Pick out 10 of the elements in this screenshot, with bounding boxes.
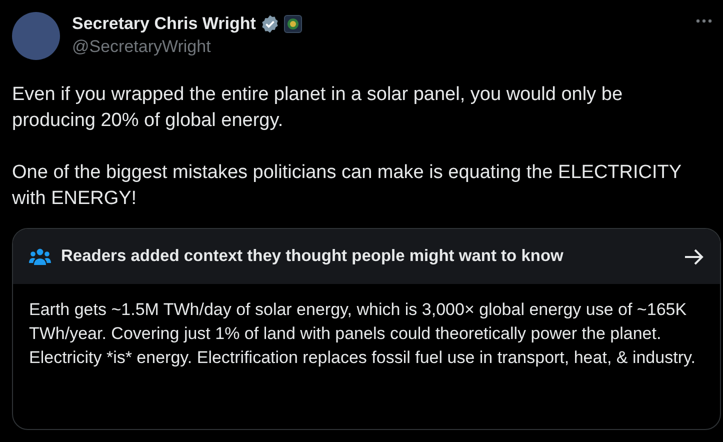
post-text: One of the biggest mistakes politicians can make is equating the ELECTRICITY with ENERGY! [12, 161, 682, 211]
people-icon [29, 248, 51, 266]
post-text: Even if you wrapped the entire planet in a solar panel, you would only be producing 20% of global energy. [12, 83, 624, 133]
author-handle[interactable]: @SecretaryWright [72, 37, 683, 57]
community-note-text: Earth gets ~1.5M TWh/day of solar energy, which is 3,000× global energy use of ~165K TWh/year. Covering just 1% of land with panels could theoretically power the planet. Electricity *is* energy. Electrification replaces fossil fuel use in transport, heat, & industry. [29, 299, 696, 369]
arrow-right-icon [684, 248, 704, 264]
community-note-header[interactable]: Readers added context they thought people might want to know [13, 229, 720, 284]
avatar-photo-placeholder[interactable] [12, 12, 60, 60]
seal-badge-icon [284, 15, 302, 33]
author-name[interactable]: Secretary Chris Wright [72, 14, 256, 34]
